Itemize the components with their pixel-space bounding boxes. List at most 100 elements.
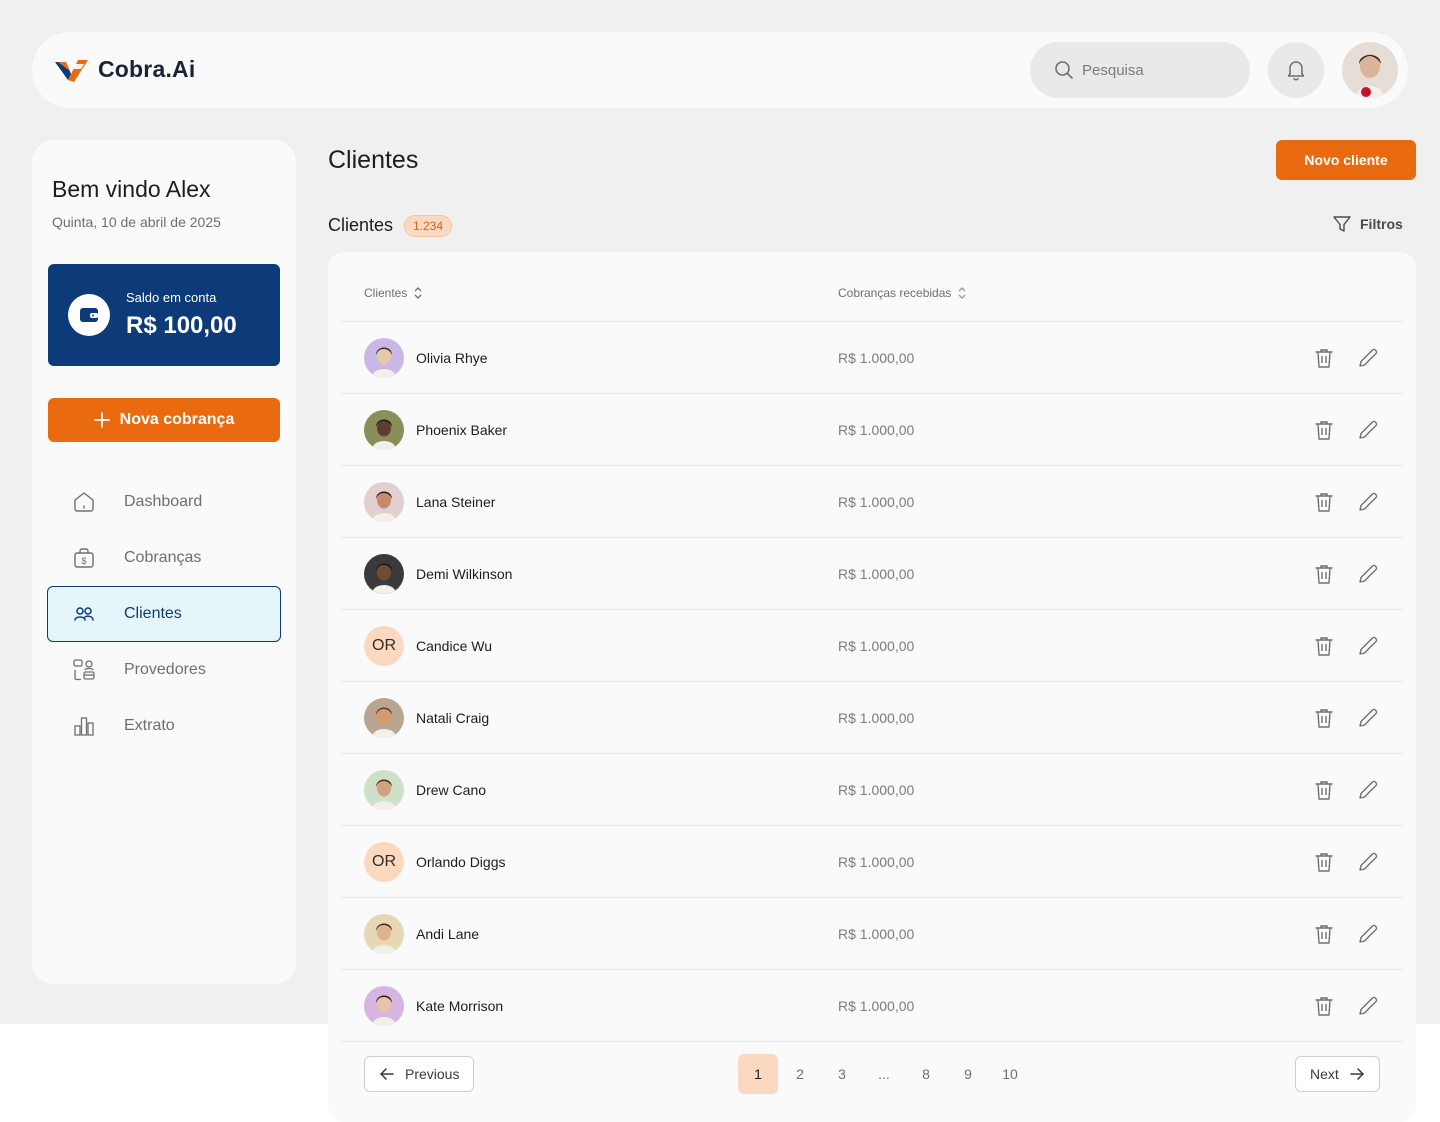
avatar [364,482,404,522]
count-badge: 1.234 [404,215,453,237]
sidebar-item-cobrancas[interactable]: $ Cobranças [47,530,281,586]
plus-icon [93,412,110,428]
page-number[interactable]: 10 [990,1054,1030,1094]
notifications-button[interactable] [1268,42,1324,98]
client-name: Natali Craig [416,710,490,726]
pencil-icon[interactable] [1356,418,1380,442]
avatar-initials: OR [364,626,404,666]
trash-icon[interactable] [1312,346,1336,370]
next-label: Next [1310,1066,1339,1082]
balance-card: Saldo em conta R$ 100,00 [48,264,280,366]
logo[interactable]: Cobra.Ai [54,54,195,84]
arrow-right-icon [1350,1068,1364,1080]
sidebar-item-clientes[interactable]: Clientes [47,586,281,642]
sort-icon [414,287,422,299]
table-body: Olivia Rhye R$ 1.000,00 Phoenix Baker R$ 1.… [340,322,1404,1042]
trash-icon[interactable] [1312,490,1336,514]
pencil-icon[interactable] [1356,634,1380,658]
section-title: Clientes [328,215,394,235]
app-name: Cobra.Ai [98,55,196,82]
page-number[interactable]: 9 [948,1054,988,1094]
sidebar-item-dashboard[interactable]: Dashboard [47,474,281,530]
sidebar-item-label: Cobranças [124,549,202,566]
page-number[interactable]: 2 [780,1054,820,1094]
previous-button[interactable]: Previous [364,1056,475,1092]
bar-chart-icon [72,714,96,738]
trash-icon[interactable] [1312,778,1336,802]
pencil-icon[interactable] [1356,706,1380,730]
trash-icon[interactable] [1312,922,1336,946]
table-row[interactable]: Natali Craig R$ 1.000,00 [340,682,1404,754]
page-number[interactable]: 3 [822,1054,862,1094]
sidebar-item-label: Provedores [124,661,206,678]
sidebar-item-extrato[interactable]: Extrato [47,698,281,754]
trash-icon[interactable] [1312,706,1336,730]
new-charge-label: Nova cobrança [119,411,235,428]
client-name: Candice Wu [416,638,493,654]
table-row[interactable]: Phoenix Baker R$ 1.000,00 [340,394,1404,466]
pencil-icon[interactable] [1356,778,1380,802]
client-name: Andi Lane [416,926,480,942]
column-header-cobrancas[interactable]: Cobranças recebidas [838,286,967,300]
received-amount: R$ 1.000,00 [838,494,915,510]
filter-icon [1333,216,1351,232]
sidebar-item-provedores[interactable]: Provedores [47,642,281,698]
search-bar[interactable] [1030,42,1250,98]
received-amount: R$ 1.000,00 [838,638,915,654]
pencil-icon[interactable] [1356,490,1380,514]
new-client-button[interactable]: Novo cliente [1276,140,1416,180]
client-name: Drew Cano [416,782,487,798]
svg-text:$: $ [81,556,86,566]
next-button[interactable]: Next [1295,1056,1380,1092]
table-row[interactable]: Andi Lane R$ 1.000,00 [340,898,1404,970]
money-bag-icon: $ [72,546,96,570]
table-row[interactable]: Demi Wilkinson R$ 1.000,00 [340,538,1404,610]
clients-table: Clientes Cobranças recebidas Olivia Rhye… [328,252,1416,1122]
avatar [364,698,404,738]
table-row[interactable]: Lana Steiner R$ 1.000,00 [340,466,1404,538]
search-input[interactable] [1082,61,1232,79]
pencil-icon[interactable] [1356,922,1380,946]
sidebar-item-label: Extrato [124,717,175,734]
pencil-icon[interactable] [1356,346,1380,370]
received-amount: R$ 1.000,00 [838,998,915,1014]
new-charge-button[interactable]: Nova cobrança [48,398,280,442]
pencil-icon[interactable] [1356,562,1380,586]
received-amount: R$ 1.000,00 [838,854,915,870]
pencil-icon[interactable] [1356,994,1380,1018]
avatar [364,554,404,594]
table-row[interactable]: OR Candice Wu R$ 1.000,00 [340,610,1404,682]
page-numbers: 1 2 3... 8 9 10 [738,1054,1030,1094]
filter-button[interactable]: Filtros [1332,214,1403,234]
welcome-title: Bem vindo Alex [52,176,211,202]
avatar [364,986,404,1026]
column-header-clientes[interactable]: Clientes [364,286,423,300]
trash-icon[interactable] [1312,418,1336,442]
sidebar-nav: Dashboard $ Cobranças Clientes Provedore… [47,474,281,754]
table-row[interactable]: Olivia Rhye R$ 1.000,00 [340,322,1404,394]
bell-icon [1287,61,1305,81]
page-title: Clientes [328,146,419,174]
trash-icon[interactable] [1312,994,1336,1018]
received-amount: R$ 1.000,00 [838,350,915,366]
pencil-icon[interactable] [1356,850,1380,874]
trash-icon[interactable] [1312,850,1336,874]
trash-icon[interactable] [1312,562,1336,586]
previous-label: Previous [405,1066,460,1082]
received-amount: R$ 1.000,00 [838,422,915,438]
received-amount: R$ 1.000,00 [838,782,915,798]
trash-icon[interactable] [1312,634,1336,658]
page-number[interactable]: 1 [738,1054,778,1094]
avatar [364,770,404,810]
user-avatar[interactable] [1342,42,1398,98]
arrow-left-icon [380,1068,394,1080]
page-number[interactable]: 8 [906,1054,946,1094]
client-name: Orlando Diggs [416,854,506,870]
table-row[interactable]: OR Orlando Diggs R$ 1.000,00 [340,826,1404,898]
users-icon [72,602,96,626]
table-row[interactable]: Kate Morrison R$ 1.000,00 [340,970,1404,1042]
table-row[interactable]: Drew Cano R$ 1.000,00 [340,754,1404,826]
home-icon [72,490,96,514]
received-amount: R$ 1.000,00 [838,566,915,582]
pagination: Previous 1 2 3... 8 9 10 Next [340,1044,1404,1104]
